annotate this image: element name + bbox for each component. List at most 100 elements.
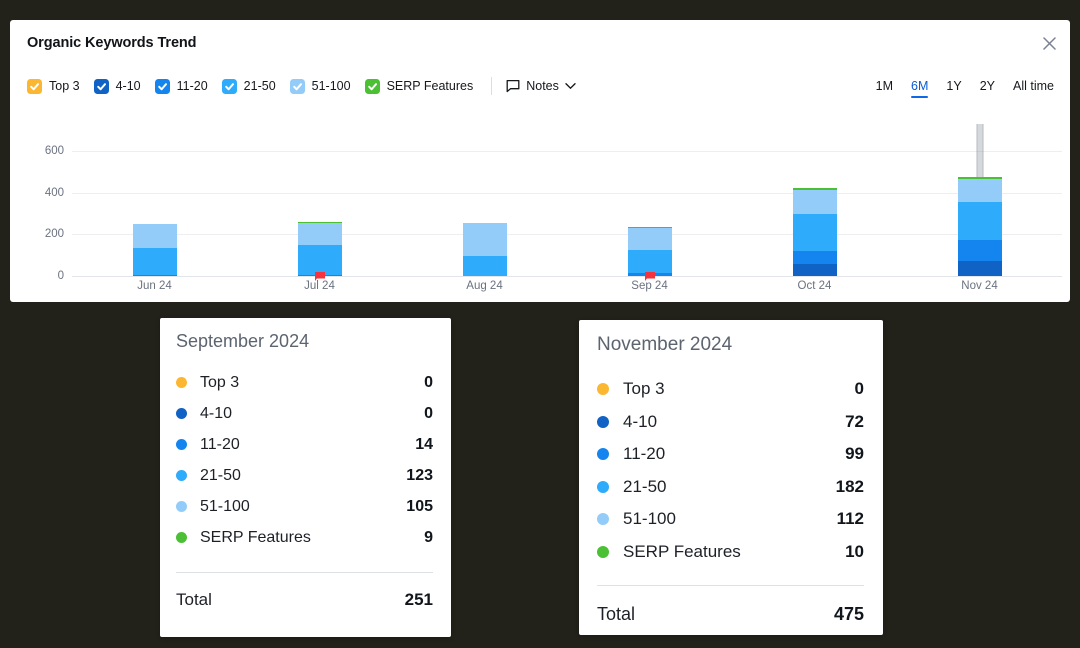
series-color-dot: [597, 415, 609, 428]
tooltip-total-label: Total: [597, 604, 636, 624]
tooltip-total-value: 475: [833, 604, 864, 624]
tooltip-row-value: 123: [406, 466, 433, 484]
tooltip-row-label: 11-20: [200, 435, 240, 453]
tooltip-row-label: SERP Features: [200, 528, 311, 546]
range-option-1y[interactable]: 1Y: [946, 79, 961, 98]
series-color-dot: [176, 470, 187, 481]
time-range-selector: 1M 6M 1Y 2Y All time: [858, 74, 1054, 98]
bar-stack: [957, 176, 1002, 276]
tooltip-row-value: 0: [854, 379, 864, 399]
checkbox-checked-icon[interactable]: [154, 78, 170, 94]
tooltip-row-value: 105: [406, 497, 433, 515]
gridline: [72, 276, 1062, 277]
bar-series: [72, 124, 1062, 282]
legend-item-label: SERP Features: [386, 79, 474, 93]
legend-item-top-3[interactable]: Top 3: [27, 78, 80, 94]
tooltip-row-label: 11-20: [623, 444, 666, 464]
tooltip-total-label: Total: [176, 590, 212, 609]
range-option-6m[interactable]: 6M: [911, 79, 929, 98]
tooltip-row-value: 182: [835, 476, 864, 496]
bar-segment: [792, 190, 837, 215]
legend: Top 3 4-10 11-20 21-50 51-100 SERP Features No…: [27, 75, 576, 97]
tooltip-row: 11-20 99: [597, 438, 864, 471]
tooltip-row-label: SERP Features: [623, 541, 741, 561]
series-color-dot: [176, 439, 187, 450]
bar-segment: [792, 251, 837, 265]
legend-item-label: 4-10: [115, 79, 141, 93]
bar-segment: [792, 264, 837, 276]
checkbox-checked-icon[interactable]: [93, 78, 109, 94]
checkbox-checked-icon[interactable]: [221, 78, 237, 94]
divider: [176, 572, 433, 573]
x-axis-tick-label: Oct 24: [797, 280, 832, 292]
tooltip-row: 51-100 112: [597, 503, 864, 536]
tooltip-row: 11-20 14: [176, 429, 433, 460]
legend-item-label: 21-50: [243, 79, 276, 93]
bar-stack: [132, 223, 177, 276]
x-axis-tick-label: Nov 24: [961, 280, 998, 292]
tooltip-row: 21-50 123: [176, 460, 433, 491]
range-option-2y[interactable]: 2Y: [980, 79, 995, 98]
tooltip-month: November 2024: [597, 334, 733, 355]
chevron-down-icon: [565, 83, 576, 90]
checkbox-checked-icon[interactable]: [27, 78, 42, 94]
y-axis: 0 200 400 600: [10, 130, 72, 282]
bar-segment: [957, 202, 1002, 241]
bar-stack: [627, 226, 672, 276]
range-option-1m[interactable]: 1M: [876, 79, 893, 98]
legend-item-serp-features[interactable]: SERP Features: [364, 78, 474, 94]
close-icon[interactable]: [1038, 32, 1060, 54]
tooltip-total-row: Total 251: [176, 590, 433, 610]
bar-segment: [297, 245, 342, 275]
legend-item-11-20[interactable]: 11-20: [154, 78, 208, 94]
tooltip-row-value: 72: [845, 411, 864, 431]
series-color-dot: [176, 408, 187, 419]
divider: [491, 77, 493, 95]
bar-segment: [957, 260, 1002, 276]
tooltip-row-label: 4-10: [200, 404, 233, 422]
legend-item-21-50[interactable]: 21-50: [221, 78, 276, 94]
tooltip-month: September 2024: [176, 331, 310, 351]
y-axis-tick-label: 200: [44, 228, 64, 241]
tooltip-row-label: Top 3: [200, 373, 240, 391]
bar-segment: [132, 223, 177, 249]
tooltip-rows: Top 3 0 4-10 72 11-20 99 21-50 182 51-100 112 SERP…: [597, 373, 864, 568]
tooltip-row: 4-10 72: [597, 406, 864, 439]
x-axis-tick-label: Sep 24: [631, 280, 668, 292]
tooltip-row-label: 51-100: [623, 509, 676, 529]
legend-item-51-100[interactable]: 51-100: [289, 78, 351, 94]
bar-segment: [462, 223, 507, 256]
bar-segment: [132, 274, 177, 276]
tooltip-card-september: September 2024 Top 3 0 4-10 0 11-20 14 21-50 12…: [160, 318, 451, 637]
tooltip-row-value: 9: [424, 528, 433, 546]
tooltip-row: SERP Features 10: [597, 536, 864, 569]
bar-segment: [957, 179, 1002, 203]
tooltip-row: Top 3 0: [176, 367, 433, 398]
checkbox-checked-icon[interactable]: [289, 78, 305, 94]
bar-segment: [132, 248, 177, 275]
tooltip-total-value: 251: [404, 590, 433, 609]
checkbox-checked-icon[interactable]: [364, 78, 380, 94]
bar-segment: [297, 223, 342, 246]
series-color-dot: [176, 377, 187, 388]
legend-item-label: 11-20: [176, 79, 208, 93]
notes-label: Notes: [526, 79, 559, 93]
organic-keywords-trend-panel: Organic Keywords Trend Top 3 4-10 11-20 21-…: [10, 20, 1070, 302]
series-color-dot: [176, 532, 187, 543]
range-option-all-time[interactable]: All time: [1013, 79, 1054, 98]
tooltip-row-value: 112: [836, 509, 864, 529]
tooltip-row-label: 21-50: [200, 466, 241, 484]
series-color-dot: [597, 480, 609, 493]
tooltip-row: 21-50 182: [597, 471, 864, 504]
tooltip-row-label: Top 3: [623, 379, 665, 399]
x-axis-tick-label: Jul 24: [304, 280, 335, 292]
x-axis-tick-label: Jun 24: [137, 280, 172, 292]
legend-item-label: 51-100: [311, 79, 351, 93]
notes-dropdown[interactable]: Notes: [506, 79, 576, 93]
bar-stack: [792, 187, 837, 276]
x-axis: Jun 24 Jul 24 Aug 24 Sep 24 Oct 24 Nov 24: [72, 280, 1062, 300]
tooltip-row-label: 4-10: [623, 411, 658, 431]
legend-item-4-10[interactable]: 4-10: [93, 78, 141, 94]
tooltip-total-row: Total 475: [597, 604, 864, 625]
note-bubble-icon: [506, 79, 520, 93]
